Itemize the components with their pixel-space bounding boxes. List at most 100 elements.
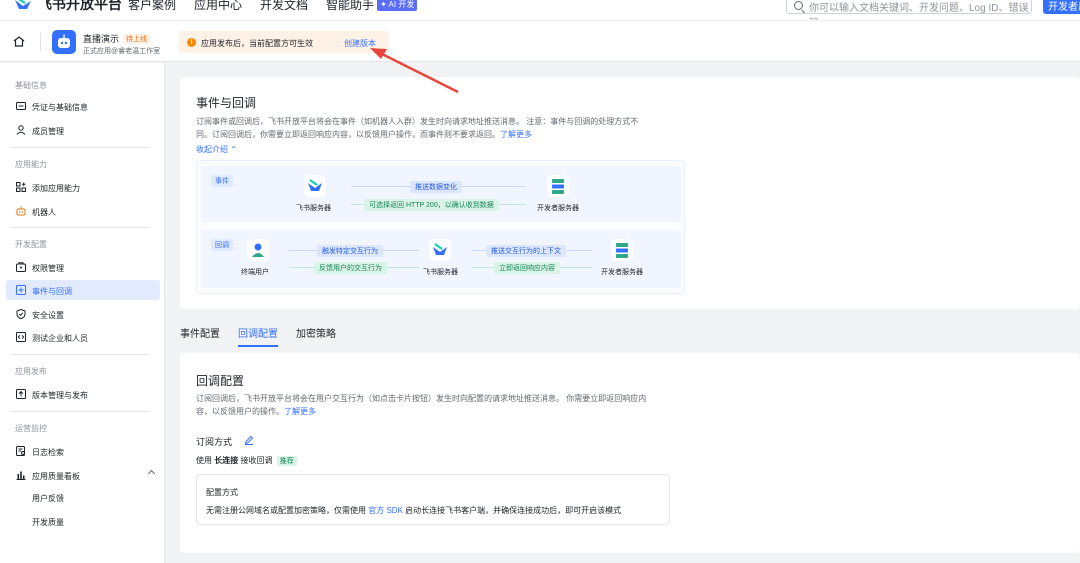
status-badge: 待上线 — [123, 34, 151, 44]
callback-desc-line1: 订阅回调后，飞书开放平台将会在用户交互行为（如点击卡片按钮）发生时向配置的请求地… — [196, 394, 647, 403]
ai-badge: ✦ AI 开发 — [377, 0, 418, 11]
sidebar-item-label: 应用质量看板 — [32, 472, 80, 481]
return-now-label: 立即返回响应内容 — [494, 262, 560, 274]
sidebar-item-versions[interactable]: 版本管理与发布 — [6, 384, 160, 404]
sidebar-group-release: 应用发布 — [15, 367, 47, 376]
shield-icon — [16, 309, 26, 319]
learn-more-link[interactable]: 了解更多 — [284, 407, 316, 416]
feedback-label: 反馈用户的交互行为 — [314, 262, 387, 274]
config-method-desc: 无需注册公网域名或配置加密策略，仅需使用 官方 SDK 启动长连接飞书客户端，并… — [206, 505, 621, 516]
sidebar-group-monitoring: 运营监控 — [15, 424, 47, 433]
tab-event-config[interactable]: 事件配置 — [180, 325, 220, 347]
sidebar-item-log-search[interactable]: 日志检索 — [6, 441, 160, 461]
config-method-box: 配置方式 无需注册公网域名或配置加密策略，仅需使用 官方 SDK 启动长连接飞书… — [196, 474, 670, 525]
chevron-up-icon[interactable] — [147, 469, 156, 478]
callback-description: 订阅回调后，飞书开放平台将会在用户交互行为（如点击卡片按钮）发生时向配置的请求地… — [196, 392, 686, 418]
log-icon — [16, 446, 25, 456]
sidebar: 基础信息 凭证与基础信息 成员管理 应用能力 添加应用能力 机器人 开发配置 权… — [0, 63, 165, 563]
sidebar-item-label: 机器人 — [32, 208, 56, 217]
nav-app-center[interactable]: 应用中心 — [194, 0, 242, 13]
collapse-intro-button[interactable]: 收起介绍 ⌃ — [196, 144, 237, 155]
robot-icon — [58, 34, 70, 48]
events-desc-line2-text: 同。订阅回调后，你需要立即返回响应内容，以反馈用户操作，而事件则不要求返回。 — [196, 130, 500, 139]
end-user-label: 终端用户 — [241, 269, 269, 276]
sidebar-item-permissions[interactable]: 权限管理 — [6, 257, 160, 277]
bot-icon — [16, 206, 26, 216]
config-desc-pre: 无需注册公网域名或配置加密策略，仅需使用 — [206, 506, 366, 515]
event-flow-row — [201, 166, 681, 222]
grid-plus-icon — [16, 182, 26, 192]
sidebar-item-bot[interactable]: 机器人 — [6, 201, 160, 221]
sidebar-item-label: 事件与回调 — [32, 287, 72, 296]
sidebar-item-members[interactable]: 成员管理 — [6, 120, 160, 140]
brand[interactable]: 飞书开放平台 — [14, 0, 122, 14]
user-icon — [16, 125, 26, 135]
edit-icon[interactable] — [244, 435, 254, 445]
feishu-server-icon — [429, 239, 451, 261]
event-box-icon — [16, 285, 26, 295]
sidebar-group-capabilities: 应用能力 — [15, 160, 47, 169]
sidebar-item-security[interactable]: 安全设置 — [6, 304, 160, 324]
nav-customer-cases[interactable]: 客户案例 — [128, 0, 176, 13]
code-box-icon — [16, 332, 26, 342]
sidebar-item-label: 日志检索 — [32, 448, 64, 457]
key-box-icon — [16, 262, 26, 272]
subscription-mode: 使用 长连接 接收回调 推荐 — [196, 455, 297, 466]
tab-encryption[interactable]: 加密策略 — [296, 325, 336, 347]
events-intro-card: 事件与回调 订阅事件或回调后，飞书开放平台将会在事件（如机器人入群）发生时向请求… — [180, 77, 1080, 309]
callback-desc-line2-text: 容，以反馈用户的操作。 — [196, 407, 284, 416]
feishu-logo-icon — [15, 0, 31, 9]
sidebar-item-label: 添加应用能力 — [32, 184, 80, 193]
page-title: 事件与回调 — [196, 96, 257, 110]
config-method-title: 配置方式 — [206, 488, 238, 497]
mode-value: 长连接 — [214, 456, 239, 465]
sidebar-item-label: 安全设置 — [32, 311, 64, 320]
create-version-link[interactable]: 创建版本 — [344, 38, 376, 49]
nav-dev-docs[interactable]: 开发文档 — [260, 0, 308, 13]
sidebar-item-add-capability[interactable]: 添加应用能力 — [6, 177, 160, 197]
events-desc-line1: 订阅事件或回调后，飞书开放平台将会在事件（如机器人入群）发生时向请求地址推送消息… — [196, 117, 639, 126]
sidebar-item-events-callbacks[interactable]: 事件与回调 — [6, 280, 160, 300]
sidebar-item-label: 测试企业和人员 — [32, 334, 88, 343]
id-card-icon — [16, 102, 26, 110]
sidebar-item-label: 成员管理 — [32, 127, 64, 136]
feishu-server-label: 飞书服务器 — [423, 269, 458, 276]
official-sdk-link[interactable]: 官方 SDK — [368, 506, 403, 515]
sidebar-subitem-dev-quality[interactable]: 开发质量 — [32, 517, 64, 528]
search-input[interactable]: 你可以输入文档关键词、开发问题、Log ID、错误码 — [786, 0, 1032, 20]
app-header: 直播演示 待上线 正式应用@睿老温工作室 ! 应用发布后，当前配置方可生效 创建版… — [0, 20, 1080, 62]
events-desc-line2: 同。订阅回调后，你需要立即返回响应内容，以反馈用户操作，而事件则不要求返回。了解… — [196, 128, 686, 141]
callback-tag: 回调 — [211, 239, 233, 251]
nav-ai-assistant[interactable]: 智能助手 ✦ AI 开发 — [326, 0, 418, 13]
sidebar-item-quality-board[interactable]: 应用质量看板 — [6, 465, 160, 485]
divider — [40, 33, 41, 51]
notice-text: 应用发布后，当前配置方可生效 — [201, 39, 313, 48]
dev-server-label: 开发者服务器 — [601, 269, 643, 276]
feishu-server-label: 飞书服务器 — [296, 205, 331, 212]
trigger-label: 触发特定交互行为 — [317, 245, 383, 257]
config-desc-post: 启动长连接飞书客户端，并确保连接成功后，即可开启该模式 — [405, 506, 622, 515]
developer-console-button[interactable]: 开发者后台 — [1043, 0, 1080, 14]
event-tag: 事件 — [211, 175, 233, 187]
divider — [10, 354, 150, 355]
flow-diagram: 事件 飞书服务器 推送数据变化 可选择返回 HTTP 200，以确认收到数据 开… — [196, 160, 685, 294]
app-subtitle: 正式应用@睿老温工作室 — [83, 48, 161, 55]
publish-notice: ! 应用发布后，当前配置方可生效 创建版本 — [179, 31, 389, 53]
sidebar-item-credentials[interactable]: 凭证与基础信息 — [6, 96, 160, 116]
app-name[interactable]: 直播演示 待上线 — [83, 32, 151, 45]
divider — [10, 411, 150, 412]
sidebar-item-label: 凭证与基础信息 — [32, 103, 88, 112]
home-icon[interactable] — [13, 36, 25, 47]
return-http-label: 可选择返回 HTTP 200，以确认收到数据 — [364, 199, 499, 211]
learn-more-link[interactable]: 了解更多 — [500, 130, 532, 139]
dev-server-label: 开发者服务器 — [537, 205, 579, 212]
push-context-label: 推送交互行为的上下文 — [486, 245, 566, 257]
sidebar-group-dev-config: 开发配置 — [15, 240, 47, 249]
bar-chart-icon — [16, 471, 26, 480]
sidebar-subitem-feedback[interactable]: 用户反馈 — [32, 493, 64, 504]
recommended-badge: 推荐 — [276, 456, 297, 466]
sidebar-item-label: 版本管理与发布 — [32, 391, 88, 400]
tab-callback-config[interactable]: 回调配置 — [238, 325, 278, 347]
sidebar-item-test-org[interactable]: 测试企业和人员 — [6, 327, 160, 347]
config-tabs: 事件配置 回调配置 加密策略 — [180, 325, 336, 347]
